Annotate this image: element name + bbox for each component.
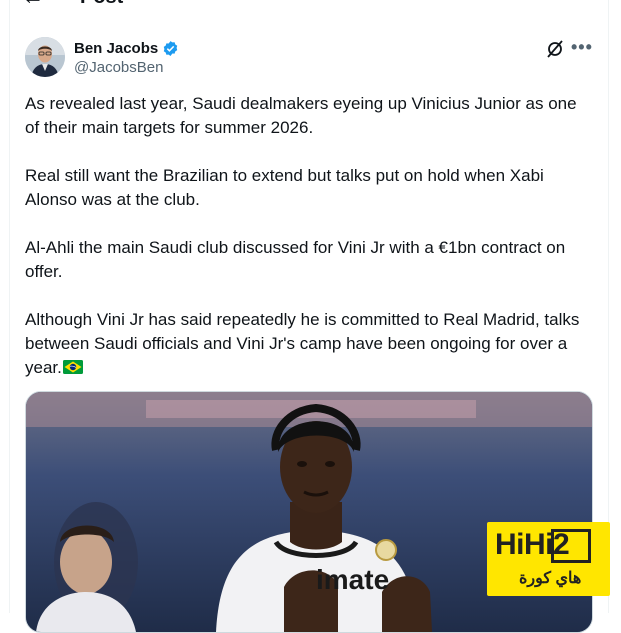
more-options-icon[interactable]: ••• <box>571 37 593 57</box>
avatar[interactable] <box>25 37 65 77</box>
watermark-brand: HiHi2 <box>495 528 570 561</box>
watermark-arabic: هاي كورة <box>519 570 582 587</box>
author-display-name[interactable]: Ben Jacobs <box>74 40 158 57</box>
top-bar: ← Post <box>0 0 621 8</box>
page-title: Post <box>80 0 123 8</box>
arrow-left-icon[interactable]: ← <box>22 0 44 8</box>
site-watermark-logo: HiHi2 هاي كورة <box>487 522 610 596</box>
author-handle[interactable]: @JacobsBen <box>74 59 163 76</box>
tweet-paragraph: As revealed last year, Saudi dealmakers … <box>25 94 577 137</box>
avatar-image <box>25 37 65 77</box>
verified-badge-icon <box>163 40 178 56</box>
tweet-paragraph-text: Although Vini Jr has said repeatedly he … <box>25 310 580 377</box>
jersey-sponsor-text: imate <box>316 564 389 595</box>
brazil-flag-icon <box>62 360 83 374</box>
player-photo: imate <box>26 392 592 632</box>
tweet-media-image[interactable]: imate <box>25 391 593 633</box>
tweet-paragraph: Real still want the Brazilian to extend … <box>25 166 544 209</box>
grok-icon[interactable] <box>545 39 565 59</box>
tweet-text: As revealed last year, Saudi dealmakers … <box>25 92 595 380</box>
tweet-paragraph-last: Although Vini Jr has said repeatedly he … <box>25 308 595 380</box>
tweet-paragraph: Al-Ahli the main Saudi club discussed fo… <box>25 238 566 281</box>
author-name-row[interactable]: Ben Jacobs <box>74 38 179 58</box>
